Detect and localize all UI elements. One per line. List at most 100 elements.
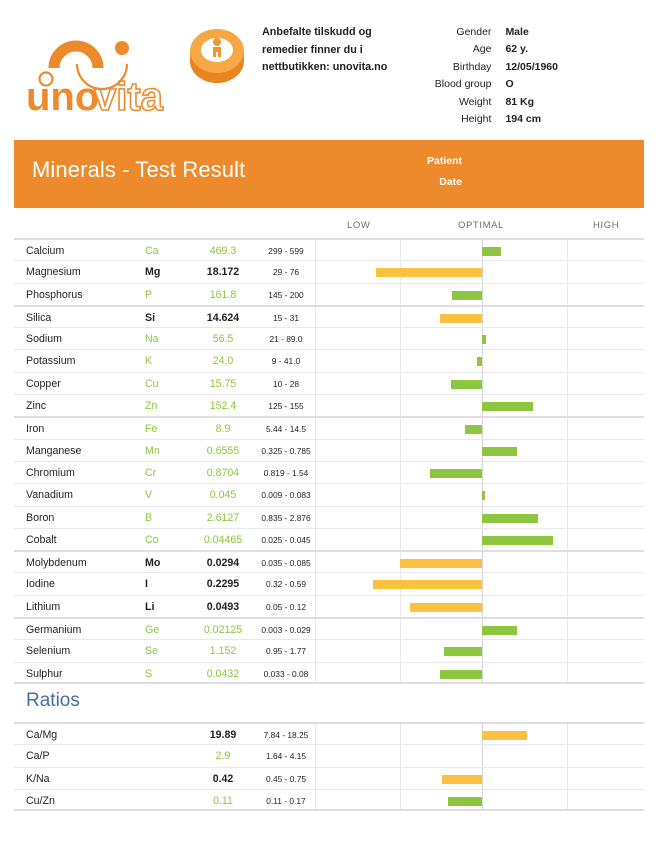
reference-range: 15 - 31 — [257, 313, 315, 323]
column-divider — [567, 768, 568, 789]
deviation-bar — [482, 731, 527, 740]
promo-text: Anbefalte tilskudd og remedier finner du… — [262, 24, 462, 77]
column-divider — [567, 552, 568, 572]
table-row: CopperCu15.7510 - 28 — [14, 372, 644, 394]
mineral-value: 152.4 — [189, 400, 257, 412]
column-divider — [482, 552, 483, 572]
column-divider — [400, 373, 401, 394]
mineral-value: 0.11 — [189, 795, 257, 807]
deviation-bar — [482, 514, 538, 523]
mineral-symbol: Mo — [145, 557, 160, 569]
mineral-name: Boron — [26, 512, 54, 524]
mineral-value: 0.0493 — [189, 601, 257, 613]
column-divider — [315, 552, 316, 572]
mineral-value: 18.172 — [189, 266, 257, 278]
deviation-bar — [482, 491, 485, 500]
reference-range: 0.32 - 0.59 — [257, 579, 315, 589]
column-divider — [315, 663, 316, 682]
column-divider — [315, 328, 316, 349]
mineral-name: Potassium — [26, 355, 75, 367]
table-row: PhosphorusP161.8145 - 200 — [14, 283, 644, 305]
mineral-name: Ca/Mg — [26, 729, 57, 741]
mineral-symbol: Se — [145, 645, 158, 657]
column-divider — [567, 640, 568, 661]
table-row: ZincZn152.4125 - 155 — [14, 394, 644, 416]
reference-range: 0.835 - 2.876 — [257, 513, 315, 523]
page-header: uno vita Anbefalte tilskudd og remedier … — [0, 0, 658, 140]
column-divider — [400, 328, 401, 349]
column-divider — [482, 261, 483, 282]
column-divider — [315, 284, 316, 305]
deviation-bar — [400, 559, 482, 568]
mineral-name: Germanium — [26, 624, 81, 636]
mineral-name: Iodine — [26, 578, 55, 590]
column-divider — [482, 462, 483, 483]
mineral-value: 0.0432 — [189, 668, 257, 680]
column-divider — [400, 484, 401, 505]
deviation-bar — [444, 647, 482, 656]
column-divider — [482, 284, 483, 305]
column-divider — [482, 307, 483, 327]
mineral-symbol: V — [145, 489, 152, 501]
mineral-symbol: Zn — [145, 400, 157, 412]
column-divider — [315, 462, 316, 483]
mineral-value: 15.75 — [189, 378, 257, 390]
column-divider — [567, 395, 568, 416]
reference-range: 0.033 - 0.08 — [257, 669, 315, 679]
scale-label-low: LOW — [347, 220, 370, 231]
column-divider — [567, 573, 568, 594]
column-divider — [400, 724, 401, 744]
table-row: IodineI0.22950.32 - 0.59 — [14, 572, 644, 594]
mineral-name: Iron — [26, 423, 44, 435]
mineral-value: 0.045 — [189, 489, 257, 501]
column-divider — [315, 484, 316, 505]
minerals-table: CalciumCa469.3299 - 599MagnesiumMg18.172… — [14, 238, 644, 684]
mineral-name: Copper — [26, 378, 61, 390]
deviation-bar — [482, 447, 517, 456]
table-row: SilicaSi14.62415 - 31 — [14, 305, 644, 327]
mineral-name: Selenium — [26, 645, 70, 657]
mineral-name: Silica — [26, 312, 51, 324]
ratios-table: Ca/Mg19.897.84 - 18.25Ca/P2.91.64 - 4.15… — [14, 722, 644, 811]
column-divider — [482, 573, 483, 594]
mineral-symbol: Mn — [145, 445, 160, 457]
column-divider — [315, 596, 316, 617]
column-divider — [400, 640, 401, 661]
table-row: Ca/Mg19.897.84 - 18.25 — [14, 722, 644, 744]
table-row: ChromiumCr0.87040.819 - 1.54 — [14, 461, 644, 483]
column-divider — [482, 350, 483, 371]
mineral-symbol: Ca — [145, 245, 159, 257]
reference-range: 5.44 - 14.5 — [257, 424, 315, 434]
promo-line-1: Anbefalte tilskudd og — [262, 24, 462, 42]
mineral-name: Sodium — [26, 333, 62, 345]
column-divider — [567, 240, 568, 260]
column-divider — [315, 395, 316, 416]
column-divider — [315, 373, 316, 394]
patient-meta-value: 62 y. — [505, 41, 558, 58]
mineral-symbol: Li — [145, 601, 154, 613]
reference-range: 0.009 - 0.083 — [257, 490, 315, 500]
table-row: K/Na0.420.45 - 0.75 — [14, 767, 644, 789]
column-divider — [400, 284, 401, 305]
mineral-symbol: P — [145, 289, 152, 301]
mineral-name: Sulphur — [26, 668, 63, 680]
mineral-name: Cu/Zn — [26, 795, 55, 807]
deviation-bar — [482, 247, 501, 256]
deviation-bar — [451, 380, 482, 389]
svg-text:vita: vita — [94, 75, 164, 112]
column-divider — [400, 307, 401, 327]
table-row: LithiumLi0.04930.05 - 0.12 — [14, 595, 644, 617]
patient-label: Patient — [414, 155, 462, 167]
mineral-value: 0.42 — [189, 773, 257, 785]
mineral-name: Lithium — [26, 601, 60, 613]
column-divider — [315, 261, 316, 282]
column-divider — [567, 284, 568, 305]
column-divider — [567, 745, 568, 766]
scale-label-high: HIGH — [593, 220, 619, 231]
column-divider — [400, 507, 401, 528]
column-divider — [567, 663, 568, 682]
reference-range: 0.95 - 1.77 — [257, 646, 315, 656]
table-row: CobaltCo0.044650.025 - 0.045 — [14, 528, 644, 550]
column-divider — [400, 619, 401, 639]
column-divider — [315, 507, 316, 528]
